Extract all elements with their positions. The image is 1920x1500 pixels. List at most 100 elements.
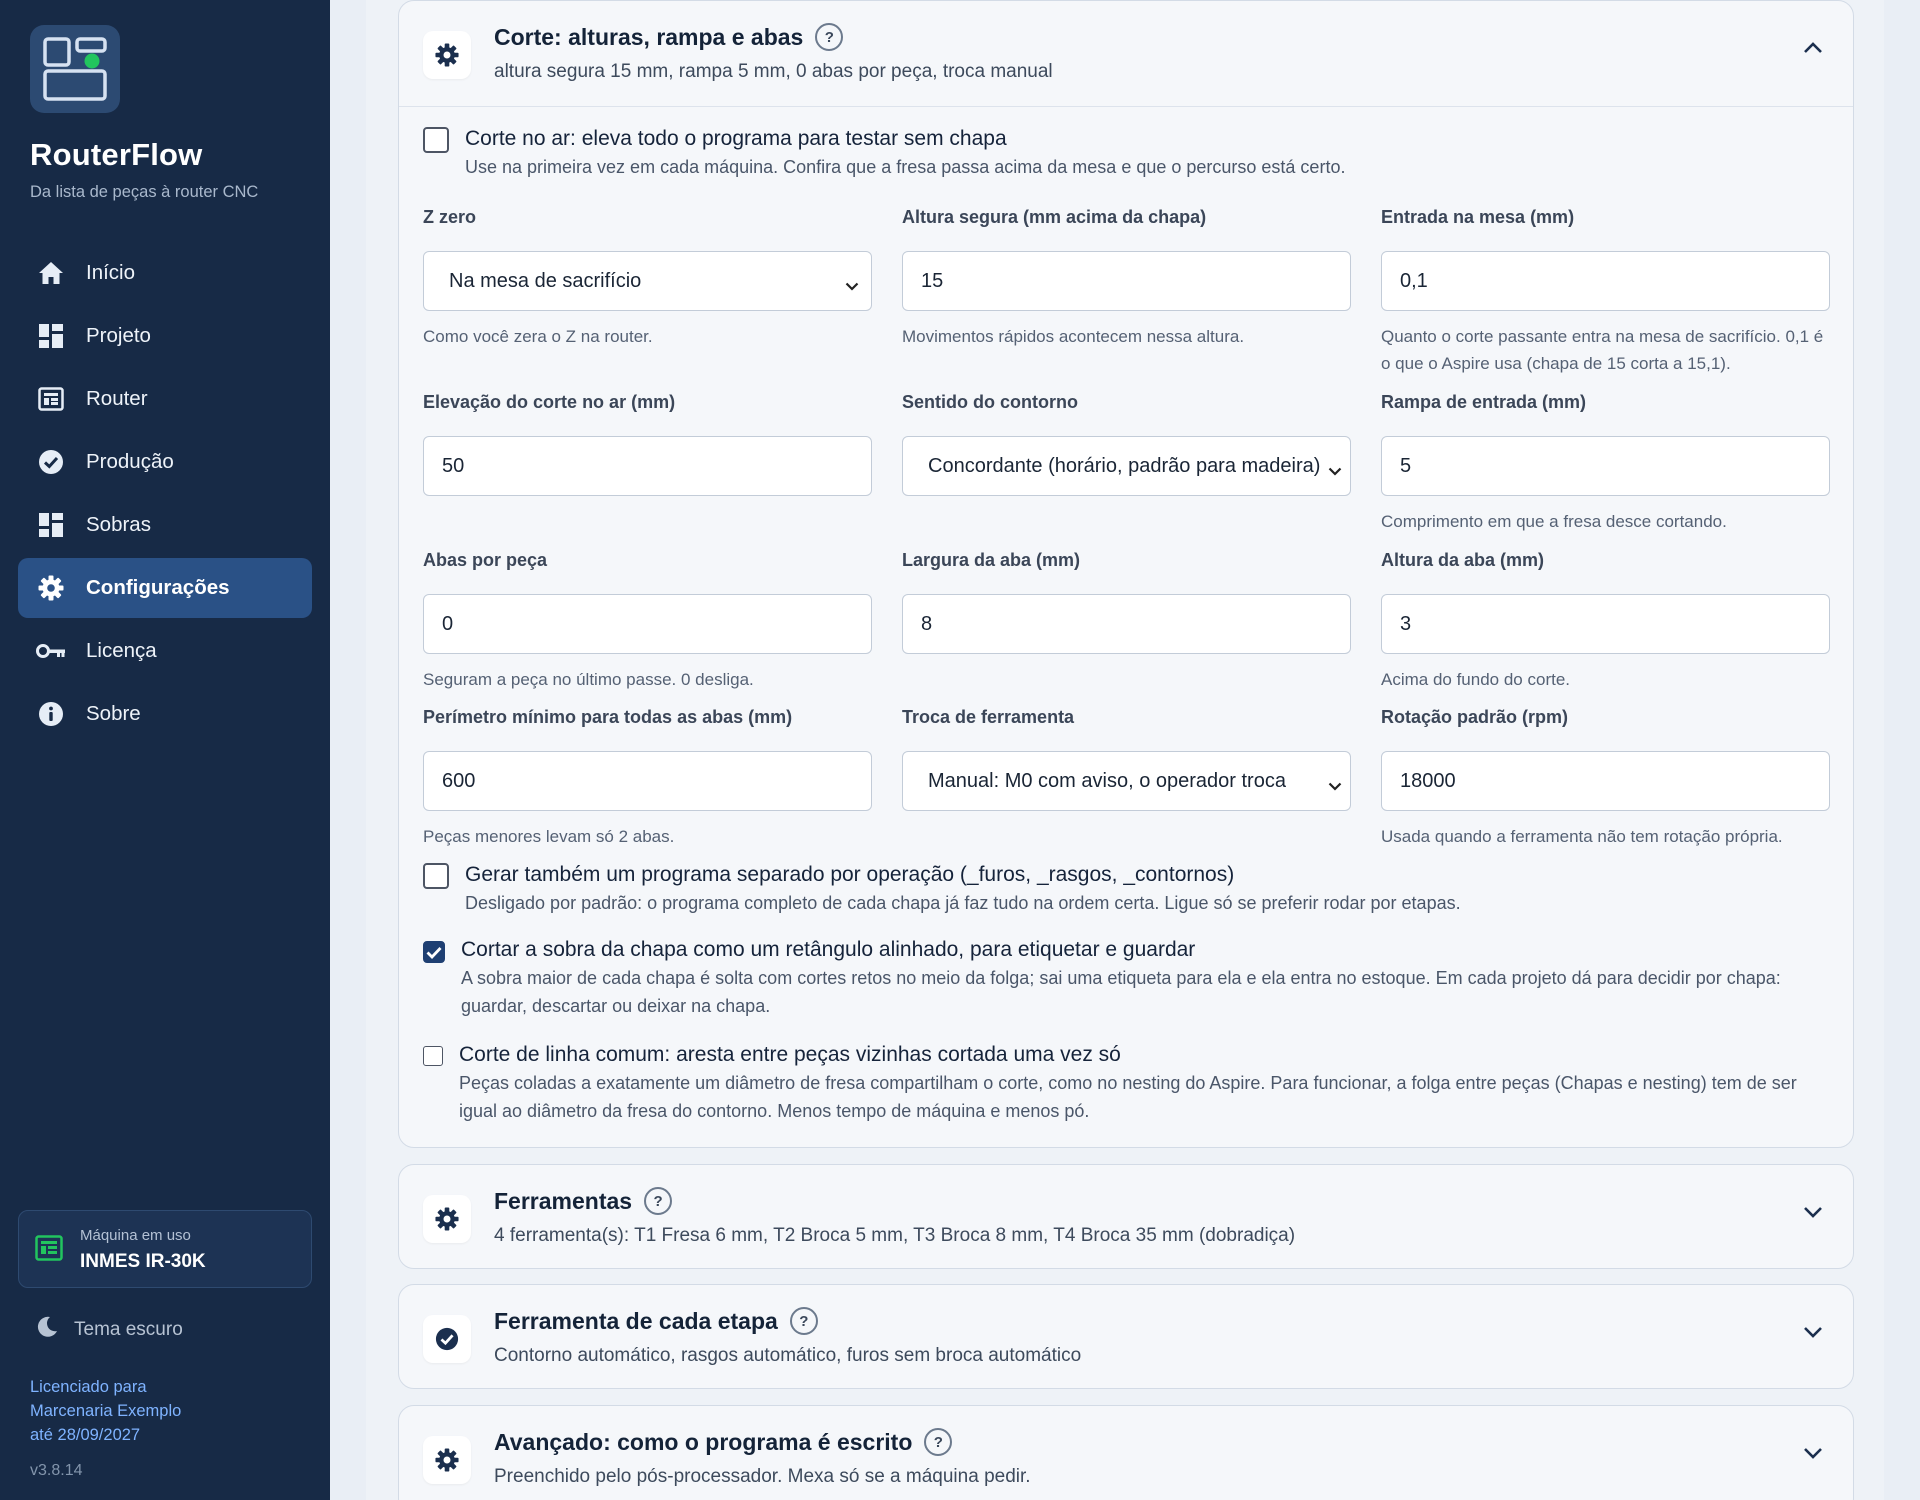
field-safe-height: Altura segura (mm acima da chapa) 15 Mov… xyxy=(902,207,1351,350)
license-holder: Marcenaria Exemplo xyxy=(30,1402,182,1420)
field-default-rpm: Rotação padrão (rpm) 18000 Usada quando … xyxy=(1381,707,1830,850)
help-icon[interactable]: ? xyxy=(644,1187,673,1215)
common-line-desc: Peças coladas a exatamente um diâmetro d… xyxy=(459,1073,1797,1121)
tabs-per-part-input[interactable]: 0 xyxy=(423,594,872,654)
router-icon xyxy=(36,384,66,414)
card-title-text: Avançado: como o programa é escrito xyxy=(494,1428,913,1455)
tool-change-select[interactable]: Manual: M0 com aviso, o operador troca xyxy=(902,751,1351,811)
field-label: Rampa de entrada (mm) xyxy=(1381,392,1587,412)
theme-label: Tema escuro xyxy=(74,1318,183,1340)
nav-label: Sobre xyxy=(86,702,141,725)
field-tab-width: Largura da aba (mm) 8 xyxy=(902,550,1351,654)
separate-programs-label: Gerar também um programa separado por op… xyxy=(465,863,1235,886)
main-nav: Início Projeto Router Produção Sobras Co… xyxy=(18,243,312,747)
chevron-up-icon[interactable] xyxy=(1803,41,1823,59)
help-icon[interactable]: ? xyxy=(924,1428,953,1456)
app-tagline: Da lista de peças à router CNC xyxy=(30,183,259,201)
chevron-down-icon[interactable] xyxy=(1803,1325,1823,1343)
chevron-down-icon xyxy=(1322,459,1342,482)
nav-label: Produção xyxy=(86,450,174,473)
app-name: RouterFlow xyxy=(30,137,203,172)
nav-item-sobras[interactable]: Sobras xyxy=(18,495,312,555)
card-summary: Contorno automático, rasgos automático, … xyxy=(494,1345,1082,1366)
tab-height-input[interactable]: 3 xyxy=(1381,594,1830,654)
field-hint: Usada quando a ferramenta não tem rotaçã… xyxy=(1381,827,1783,846)
machine-caption: Máquina em uso xyxy=(80,1227,191,1244)
air-cut-option: Corte no ar: eleva todo o programa para … xyxy=(423,127,1345,181)
card-title-text: Corte: alturas, rampa e abas xyxy=(494,23,804,50)
help-icon[interactable]: ? xyxy=(815,23,844,51)
moon-icon xyxy=(36,1316,58,1343)
nav-item-producao[interactable]: Produção xyxy=(18,432,312,492)
field-label: Entrada na mesa (mm) xyxy=(1381,207,1575,227)
field-hint: Quanto o corte passante entra na mesa de… xyxy=(1381,327,1824,373)
card-summary: altura segura 15 mm, rampa 5 mm, 0 abas … xyxy=(494,61,1053,82)
license-line: Licenciado para xyxy=(30,1378,147,1396)
cut-remnant-label: Cortar a sobra da chapa como um retângul… xyxy=(461,938,1196,961)
help-icon[interactable]: ? xyxy=(789,1307,818,1335)
card-header[interactable]: Ferramentas ? 4 ferramenta(s): T1 Fresa … xyxy=(399,1165,1853,1270)
card-header[interactable]: Avançado: como o programa é escrito ? Pr… xyxy=(399,1406,1853,1500)
license-info[interactable]: Licenciado para Marcenaria Exemplo até 2… xyxy=(30,1375,181,1447)
card-header[interactable]: Corte: alturas, rampa e abas ? altura se… xyxy=(399,1,1853,106)
ramp-input[interactable]: 5 xyxy=(1381,436,1830,496)
gear-icon xyxy=(423,31,471,79)
field-hint: Acima do fundo do corte. xyxy=(1381,670,1571,689)
card-summary: 4 ferramenta(s): T1 Fresa 6 mm, T2 Broca… xyxy=(494,1225,1296,1246)
air-cut-desc: Use na primeira vez em cada máquina. Con… xyxy=(465,157,1346,177)
chevron-down-icon[interactable] xyxy=(1803,1446,1823,1464)
field-label: Elevação do corte no ar (mm) xyxy=(423,392,676,412)
min-perimeter-input[interactable]: 600 xyxy=(423,751,872,811)
air-cut-label: Corte no ar: eleva todo o programa para … xyxy=(465,127,1007,150)
table-entry-input[interactable]: 0,1 xyxy=(1381,251,1830,311)
dark-theme-toggle[interactable]: Tema escuro xyxy=(36,1316,183,1343)
field-hint: Comprimento em que a fresa desce cortand… xyxy=(1381,512,1727,531)
router-icon xyxy=(35,1235,63,1266)
logo-icon xyxy=(43,37,107,101)
common-line-checkbox[interactable] xyxy=(423,1046,443,1066)
field-tool-change: Troca de ferramenta Manual: M0 com aviso… xyxy=(902,707,1351,811)
field-tabs-per-part: Abas por peça 0 Seguram a peça no último… xyxy=(423,550,872,693)
nav-item-router[interactable]: Router xyxy=(18,369,312,429)
contour-direction-select[interactable]: Concordante (horário, padrão para madeir… xyxy=(902,436,1351,496)
machine-in-use-card[interactable]: Máquina em uso INMES IR-30K xyxy=(18,1210,312,1288)
nav-item-sobre[interactable]: Sobre xyxy=(18,684,312,744)
gear-icon xyxy=(423,1436,471,1484)
tab-width-input[interactable]: 8 xyxy=(902,594,1351,654)
card-title: Corte: alturas, rampa e abas ? xyxy=(494,23,844,51)
chevron-down-icon[interactable] xyxy=(1803,1205,1823,1223)
gear-icon xyxy=(36,573,66,603)
separate-programs-option: Gerar também um programa separado por op… xyxy=(423,863,1461,917)
nav-item-inicio[interactable]: Início xyxy=(18,243,312,303)
card-title: Ferramenta de cada etapa ? xyxy=(494,1307,818,1335)
card-tools: Ferramentas ? 4 ferramenta(s): T1 Fresa … xyxy=(398,1164,1854,1269)
card-advanced: Avançado: como o programa é escrito ? Pr… xyxy=(398,1405,1854,1500)
air-cut-checkbox[interactable] xyxy=(423,127,449,153)
select-value: Concordante (horário, padrão para madeir… xyxy=(928,454,1321,477)
license-expiry: até 28/09/2027 xyxy=(30,1426,141,1444)
separate-programs-checkbox[interactable] xyxy=(423,863,449,889)
settings-content: Corte: alturas, rampa e abas ? altura se… xyxy=(366,0,1884,1500)
check-circle-icon xyxy=(36,447,66,477)
nav-item-projeto[interactable]: Projeto xyxy=(18,306,312,366)
common-line-label: Corte de linha comum: aresta entre peças… xyxy=(459,1043,1121,1066)
home-icon xyxy=(36,258,66,288)
air-lift-input[interactable]: 50 xyxy=(423,436,872,496)
grid-icon xyxy=(36,510,66,540)
gear-icon xyxy=(423,1195,471,1243)
nav-item-configuracoes[interactable]: Configurações xyxy=(18,558,312,618)
chevron-down-icon xyxy=(845,274,859,297)
chevron-down-icon xyxy=(1322,774,1342,797)
field-label: Largura da aba (mm) xyxy=(902,550,1081,570)
default-rpm-input[interactable]: 18000 xyxy=(1381,751,1830,811)
safe-height-input[interactable]: 15 xyxy=(902,251,1351,311)
card-header[interactable]: Ferramenta de cada etapa ? Contorno auto… xyxy=(399,1285,1853,1390)
cut-remnant-option: Cortar a sobra da chapa como um retângul… xyxy=(423,938,1823,1020)
separate-programs-desc: Desligado por padrão: o programa complet… xyxy=(465,893,1461,913)
nav-item-licenca[interactable]: Licença xyxy=(18,621,312,681)
z-zero-select[interactable]: Na mesa de sacrifício xyxy=(423,251,872,311)
field-hint: Como você zera o Z na router. xyxy=(423,327,653,346)
app-logo xyxy=(30,25,120,113)
cut-remnant-checkbox[interactable] xyxy=(423,941,445,963)
sidebar: RouterFlow Da lista de peças à router CN… xyxy=(0,0,330,1500)
